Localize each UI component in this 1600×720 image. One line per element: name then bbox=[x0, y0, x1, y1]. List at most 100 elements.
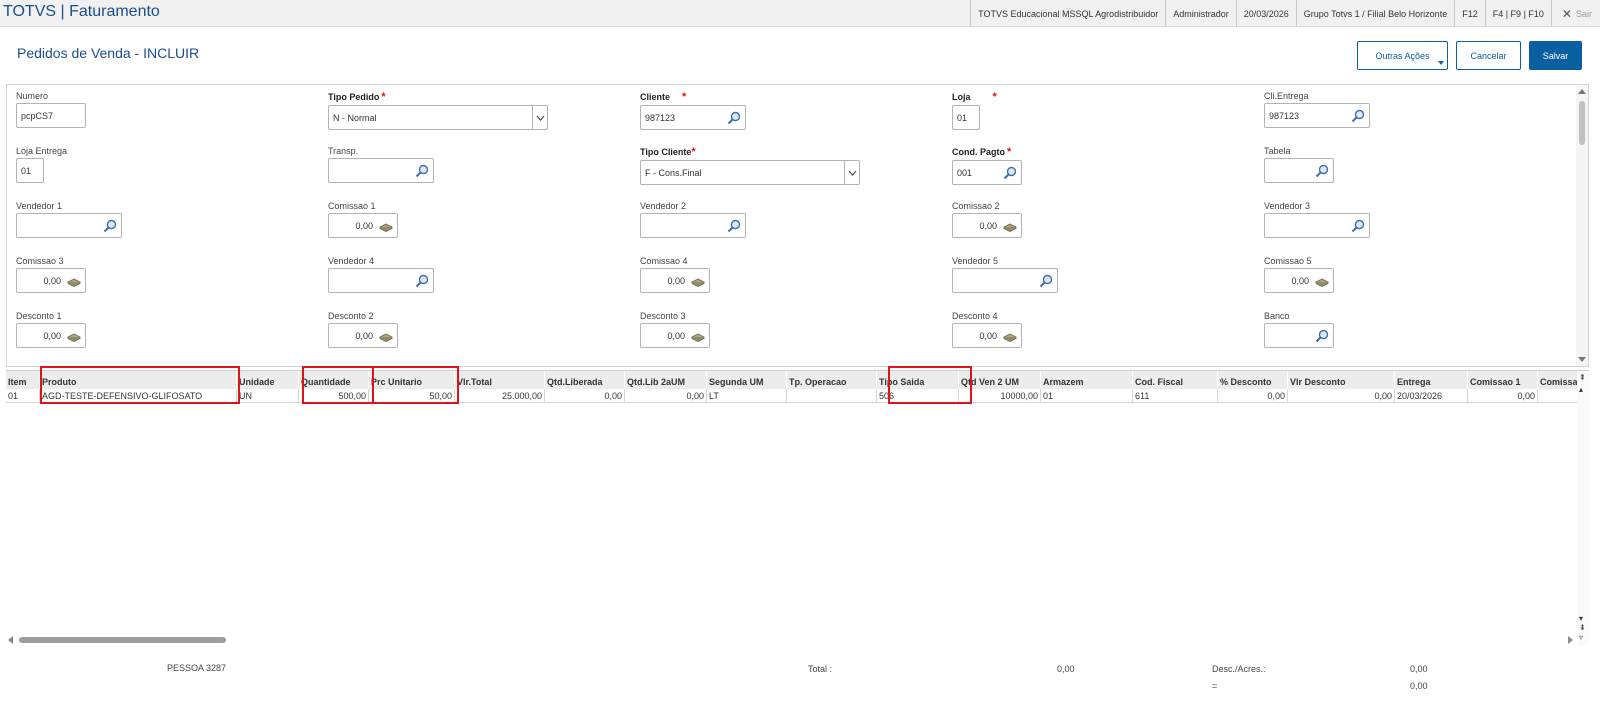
chevron-down-icon[interactable] bbox=[532, 106, 547, 129]
banco-input[interactable] bbox=[1264, 323, 1334, 348]
cond-pagto-input[interactable]: 001 bbox=[952, 160, 1022, 185]
scroll-right-icon[interactable] bbox=[1568, 636, 1573, 644]
cell-segunda-um[interactable]: LT bbox=[707, 389, 787, 403]
table-row[interactable]: 01 AGD-TESTE-DEFENSIVO-GLIFOSATO UN 500,… bbox=[6, 389, 1585, 403]
grid-vertical-scrollbar[interactable]: ⇞ ▴ ▾ ⇟ ▿ bbox=[1577, 371, 1589, 645]
tabela-input[interactable] bbox=[1264, 158, 1334, 183]
calculator-icon[interactable] bbox=[1003, 329, 1017, 343]
cell-unidade[interactable]: UN bbox=[237, 389, 299, 403]
grid-horizontal-scrollbar[interactable] bbox=[6, 634, 1577, 645]
col-header-item[interactable]: Item bbox=[6, 371, 40, 389]
vendedor-4-input[interactable] bbox=[328, 268, 434, 293]
scroll-page-down-icon[interactable]: ⇟ bbox=[1579, 624, 1586, 632]
col-header-entrega[interactable]: Entrega bbox=[1395, 371, 1468, 389]
cell-perc-desconto[interactable]: 0,00 bbox=[1218, 389, 1288, 403]
scroll-left-icon[interactable] bbox=[8, 636, 13, 644]
cancel-button[interactable]: Cancelar bbox=[1456, 41, 1521, 70]
chevron-down-icon[interactable] bbox=[844, 161, 859, 184]
cell-qtd-liberada[interactable]: 0,00 bbox=[545, 389, 625, 403]
date-label[interactable]: 20/03/2026 bbox=[1237, 9, 1296, 19]
form-scrollbar[interactable] bbox=[1576, 85, 1588, 366]
cli-entrega-input[interactable]: 987123 bbox=[1264, 103, 1370, 128]
calculator-icon[interactable] bbox=[1315, 274, 1329, 288]
cell-comissao-1[interactable]: 0,00 bbox=[1468, 389, 1538, 403]
search-icon[interactable] bbox=[1003, 166, 1017, 180]
calculator-icon[interactable] bbox=[67, 329, 81, 343]
more-actions-button[interactable]: Outras Ações bbox=[1357, 41, 1448, 70]
scroll-down-icon[interactable]: ▾ bbox=[1579, 615, 1583, 623]
cell-tp-operacao[interactable] bbox=[787, 389, 877, 403]
branch-label[interactable]: Grupo Totvs 1 / Filial Belo Horizonte bbox=[1297, 9, 1454, 19]
scroll-top-icon[interactable]: ⇞ bbox=[1579, 374, 1586, 382]
search-icon[interactable] bbox=[1315, 329, 1329, 343]
col-header-qtd-liberada[interactable]: Qtd.Liberada bbox=[545, 371, 625, 389]
search-icon[interactable] bbox=[1039, 274, 1053, 288]
col-header-unidade[interactable]: Unidade bbox=[237, 371, 299, 389]
search-icon[interactable] bbox=[727, 219, 741, 233]
col-header-qtd-lib-2aum[interactable]: Qtd.Lib 2aUM bbox=[625, 371, 707, 389]
transp-input[interactable] bbox=[328, 158, 434, 183]
calculator-icon[interactable] bbox=[379, 329, 393, 343]
scroll-up-icon[interactable] bbox=[1578, 89, 1586, 94]
cell-qtd-lib-2aum[interactable]: 0,00 bbox=[625, 389, 707, 403]
save-button[interactable]: Salvar bbox=[1529, 41, 1582, 70]
desconto-3-input[interactable]: 0,00 bbox=[640, 323, 710, 348]
comissao-5-input[interactable]: 0,00 bbox=[1264, 268, 1334, 293]
col-header-vlr-desconto[interactable]: Vlr Desconto bbox=[1288, 371, 1395, 389]
comissao-3-input[interactable]: 0,00 bbox=[16, 268, 86, 293]
comissao-4-input[interactable]: 0,00 bbox=[640, 268, 710, 293]
tipo-pedido-select[interactable]: N - Normal bbox=[328, 105, 548, 130]
calculator-icon[interactable] bbox=[1003, 219, 1017, 233]
scroll-thumb[interactable] bbox=[19, 637, 226, 643]
col-header-segunda-um[interactable]: Segunda UM bbox=[707, 371, 787, 389]
cell-armazem[interactable]: 01 bbox=[1041, 389, 1133, 403]
user-label[interactable]: Administrador bbox=[1166, 9, 1236, 19]
tipo-cliente-select[interactable]: F - Cons.Final bbox=[640, 160, 860, 185]
numero-input[interactable]: pcpCS7 bbox=[16, 103, 86, 128]
loja-entrega-input[interactable]: 01 bbox=[16, 158, 44, 183]
search-icon[interactable] bbox=[415, 164, 429, 178]
cell-cod-fiscal[interactable]: 611 bbox=[1133, 389, 1218, 403]
function-keys-shortcut[interactable]: F4 | F9 | F10 bbox=[1486, 9, 1551, 19]
vendedor-2-input[interactable] bbox=[640, 213, 746, 238]
cell-entrega[interactable]: 20/03/2026 bbox=[1395, 389, 1468, 403]
vendedor-3-input[interactable] bbox=[1264, 213, 1370, 238]
desconto-1-input[interactable]: 0,00 bbox=[16, 323, 86, 348]
col-header-comissao-1[interactable]: Comissao 1 bbox=[1468, 371, 1538, 389]
col-header-armazem[interactable]: Armazem bbox=[1041, 371, 1133, 389]
comissao-1-input[interactable]: 0,00 bbox=[328, 213, 398, 238]
vendedor-5-input[interactable] bbox=[952, 268, 1058, 293]
desconto-1-value: 0,00 bbox=[43, 330, 61, 341]
desconto-2-input[interactable]: 0,00 bbox=[328, 323, 398, 348]
environment-label[interactable]: TOTVS Educacional MSSQL Agrodistribuidor bbox=[971, 9, 1165, 19]
search-icon[interactable] bbox=[415, 274, 429, 288]
col-header-cod-fiscal[interactable]: Cod. Fiscal bbox=[1133, 371, 1218, 389]
cell-vlr-desconto[interactable]: 0,00 bbox=[1288, 389, 1395, 403]
tipo-pedido-label: Tipo Pedido * bbox=[328, 91, 386, 103]
col-header-vlr-total[interactable]: Vlr.Total bbox=[455, 371, 545, 389]
scroll-bottom-icon[interactable]: ▿ bbox=[1579, 634, 1583, 642]
scroll-up-icon[interactable]: ▴ bbox=[1579, 386, 1583, 394]
scroll-down-icon[interactable] bbox=[1578, 357, 1586, 362]
col-header-perc-desconto[interactable]: % Desconto bbox=[1218, 371, 1288, 389]
calculator-icon[interactable] bbox=[67, 274, 81, 288]
search-icon[interactable] bbox=[1351, 109, 1365, 123]
search-icon[interactable] bbox=[103, 219, 117, 233]
calculator-icon[interactable] bbox=[379, 219, 393, 233]
loja-input[interactable]: 01 bbox=[952, 105, 980, 130]
vendedor-1-input[interactable] bbox=[16, 213, 122, 238]
calculator-icon[interactable] bbox=[691, 274, 705, 288]
f12-shortcut[interactable]: F12 bbox=[1455, 9, 1485, 19]
cell-vlr-total[interactable]: 25.000,00 bbox=[455, 389, 545, 403]
cell-item[interactable]: 01 bbox=[6, 389, 40, 403]
search-icon[interactable] bbox=[1315, 164, 1329, 178]
col-header-tp-operacao[interactable]: Tp. Operacao bbox=[787, 371, 877, 389]
calculator-icon[interactable] bbox=[691, 329, 705, 343]
search-icon[interactable] bbox=[727, 111, 741, 125]
desconto-4-input[interactable]: 0,00 bbox=[952, 323, 1022, 348]
scroll-thumb[interactable] bbox=[1579, 101, 1585, 145]
comissao-2-input[interactable]: 0,00 bbox=[952, 213, 1022, 238]
exit-button[interactable]: ✕ Sair bbox=[1552, 7, 1600, 21]
search-icon[interactable] bbox=[1351, 219, 1365, 233]
cliente-input[interactable]: 987123 bbox=[640, 105, 746, 130]
